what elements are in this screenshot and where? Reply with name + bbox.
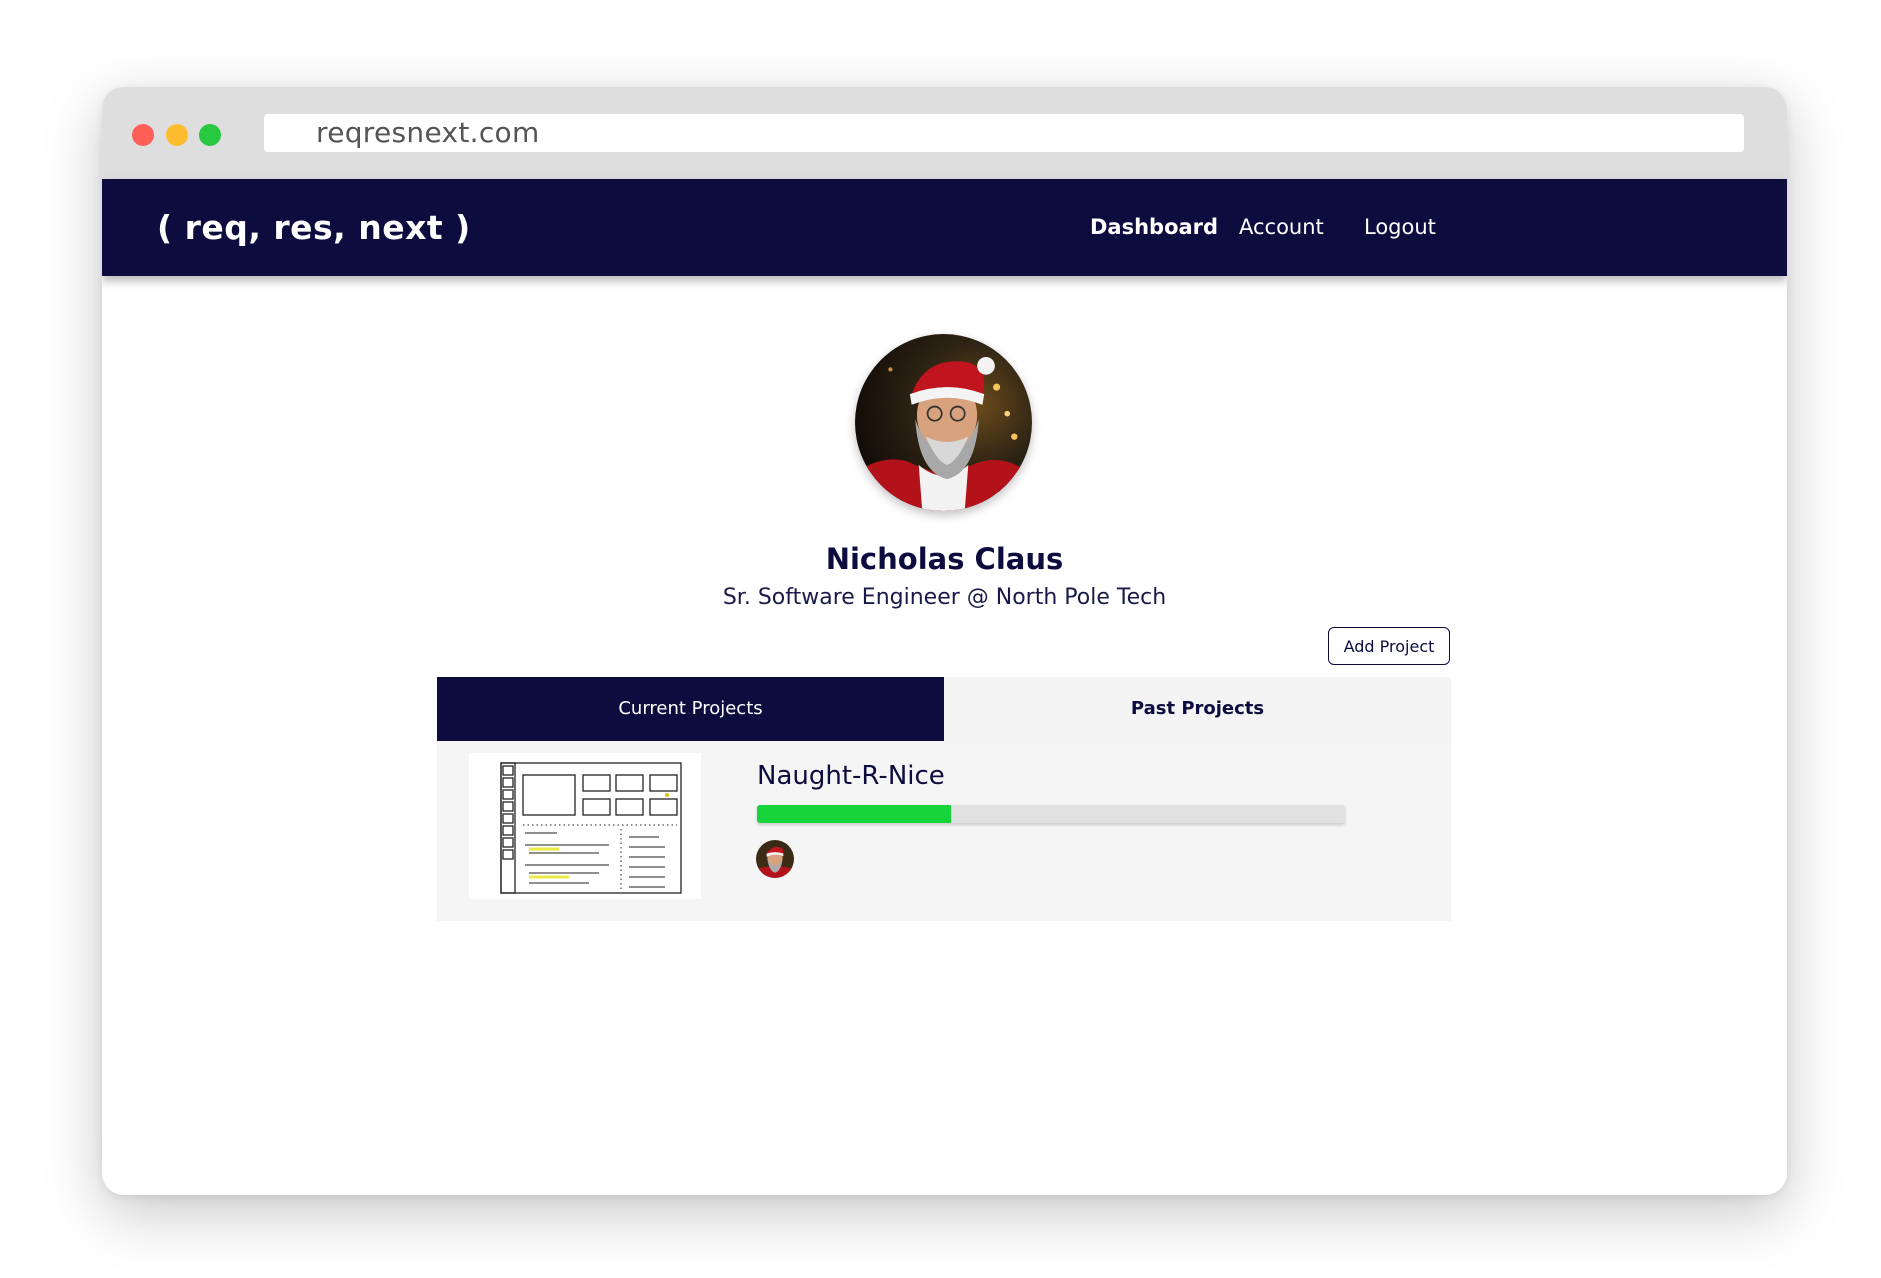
project-card[interactable]: Naught-R-Nice [437, 741, 1451, 921]
address-bar[interactable]: reqresnext.com [264, 114, 1744, 152]
maximize-window-dot[interactable] [199, 124, 221, 146]
browser-window: reqresnext.com ( req, res, next ) Dashbo… [102, 87, 1787, 1195]
wireframe-sketch-thumbnail [469, 753, 701, 899]
tab-current-projects[interactable]: Current Projects [437, 677, 944, 741]
profile-name: Nicholas Claus [825, 542, 1064, 576]
project-name[interactable]: Naught-R-Nice [757, 761, 945, 791]
close-window-dot[interactable] [132, 124, 154, 146]
nav-link-logout[interactable]: Logout [1364, 179, 1436, 276]
top-navbar: ( req, res, next ) Dashboard Account Log… [102, 179, 1787, 276]
brand-logo-text[interactable]: ( req, res, next ) [157, 179, 471, 276]
project-progress-bar [757, 805, 1345, 823]
nav-link-account[interactable]: Account [1239, 179, 1324, 276]
member-avatar-photo[interactable] [756, 840, 794, 878]
user-avatar-photo [855, 334, 1032, 511]
add-project-button[interactable]: Add Project [1328, 627, 1450, 665]
minimize-window-dot[interactable] [166, 124, 188, 146]
nav-link-dashboard[interactable]: Dashboard [1090, 179, 1218, 276]
profile-job-title: Sr. Software Engineer @ North Pole Tech [722, 585, 1167, 610]
project-progress-fill [757, 805, 952, 823]
browser-chrome: reqresnext.com [102, 87, 1787, 179]
tab-past-projects[interactable]: Past Projects [944, 677, 1451, 741]
project-tabs: Current Projects Past Projects [437, 677, 1451, 741]
